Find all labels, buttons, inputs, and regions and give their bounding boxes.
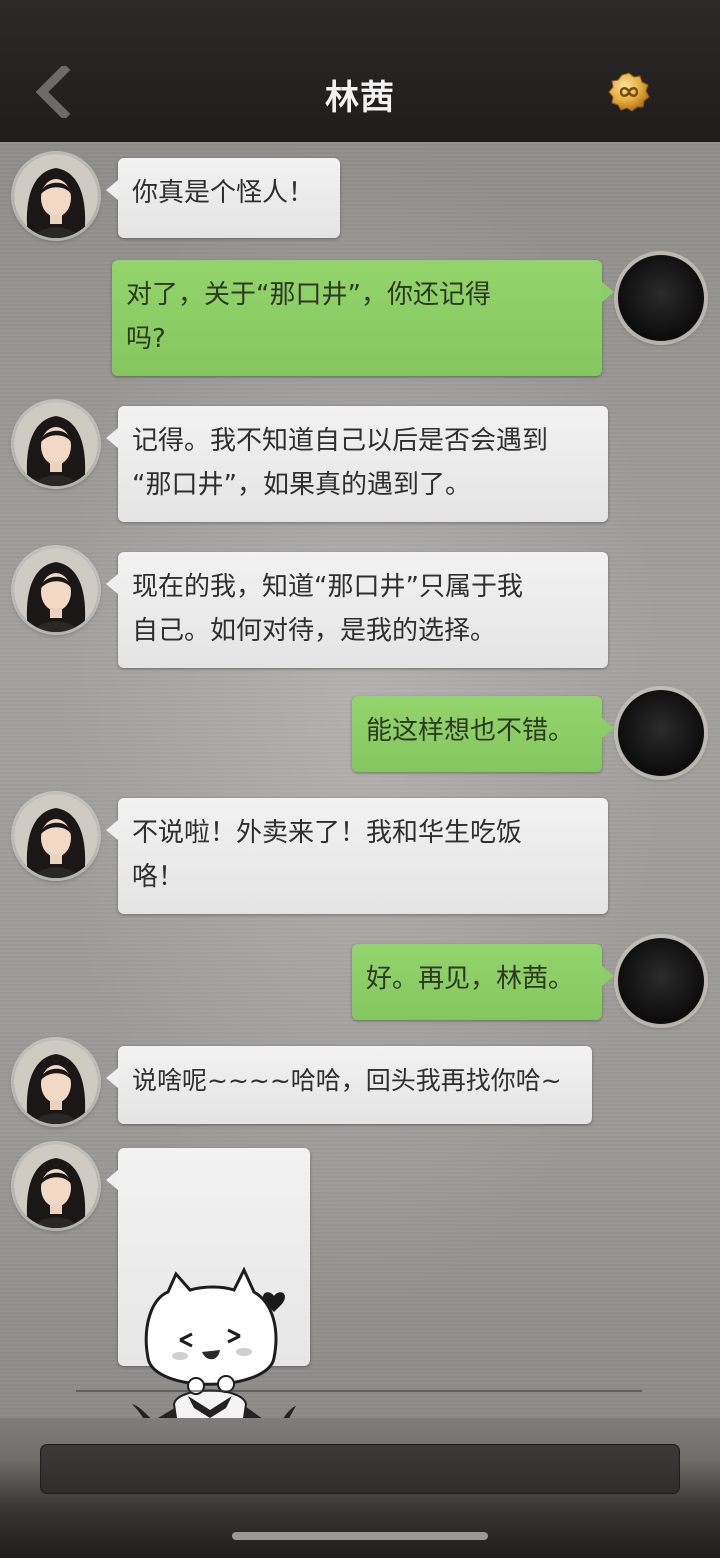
contact-avatar[interactable]: [14, 548, 98, 632]
chat-area[interactable]: 你真是个怪人！ 对了，关于“那口井”，你还记得 吗? 记得。我不知道自己以后是否…: [0, 142, 720, 1418]
infinity-badge-icon: [608, 72, 650, 112]
contact-avatar[interactable]: [14, 1040, 98, 1124]
badge-button[interactable]: [608, 72, 650, 112]
contact-avatar-image: [14, 548, 98, 632]
contact-avatar-image: [14, 402, 98, 486]
contact-avatar[interactable]: [14, 1144, 98, 1228]
user-avatar[interactable]: [618, 690, 704, 776]
message-bubble-incoming[interactable]: 你真是个怪人！: [106, 158, 340, 238]
header-bar: 林茜: [0, 0, 720, 144]
user-avatar[interactable]: [618, 938, 704, 1024]
contact-avatar-image: [14, 1040, 98, 1124]
message-bubble-sticker[interactable]: [106, 1148, 310, 1418]
contact-avatar-image: [14, 1144, 98, 1228]
home-indicator[interactable]: [232, 1532, 488, 1540]
chat-app: 林茜 你真是个怪人！ 对了，关于“那口井”，你还记得 吗? 记得。我不知道自己以…: [0, 0, 720, 1558]
chat-divider: [76, 1390, 642, 1392]
contact-avatar[interactable]: [14, 154, 98, 238]
user-avatar[interactable]: [618, 255, 704, 341]
message-bubble-incoming[interactable]: 现在的我，知道“那口井”只属于我 自己。如何对待，是我的选择。: [106, 552, 608, 668]
message-bubble-outgoing[interactable]: 好。再见，林茜。: [352, 944, 614, 1020]
input-bar: [0, 1418, 720, 1558]
message-bubble-incoming[interactable]: 记得。我不知道自己以后是否会遇到 “那口井”，如果真的遇到了。: [106, 406, 608, 522]
message-bubble-outgoing[interactable]: 对了，关于“那口井”，你还记得 吗?: [112, 260, 614, 376]
contact-avatar[interactable]: [14, 402, 98, 486]
contact-avatar-image: [14, 794, 98, 878]
contact-avatar-image: [14, 154, 98, 238]
contact-avatar[interactable]: [14, 794, 98, 878]
message-bubble-outgoing[interactable]: 能这样想也不错。: [352, 696, 614, 772]
message-bubble-incoming[interactable]: 不说啦！外卖来了！我和华生吃饭 咯！: [106, 798, 608, 914]
message-bubble-incoming[interactable]: 说啥呢~~~~哈哈，回头我再找你哈~: [106, 1046, 592, 1124]
message-input[interactable]: [40, 1444, 680, 1494]
